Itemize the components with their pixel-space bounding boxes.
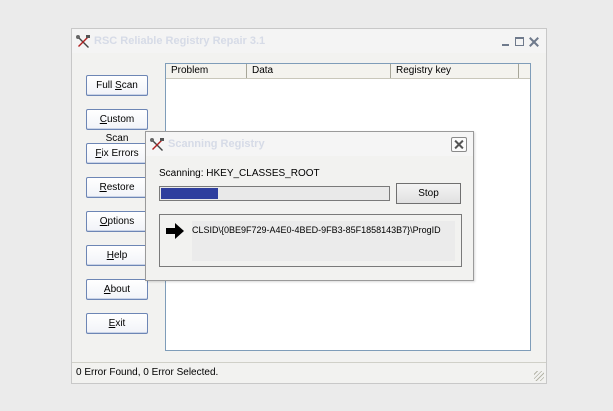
dialog-title: Scanning Registry xyxy=(168,138,265,150)
current-key-panel: CLSID\{0BE9F729-A4E0-4BED-9FB3-85F185814… xyxy=(159,214,462,267)
exit-button[interactable]: Exit xyxy=(86,313,148,334)
button-label: bout xyxy=(110,284,131,295)
list-header: Problem Data Registry key xyxy=(166,64,530,79)
title-bar[interactable]: RSC Reliable Registry Repair 3.1 xyxy=(72,29,546,53)
column-header-data[interactable]: Data xyxy=(247,64,391,78)
options-button[interactable]: Options xyxy=(86,211,148,232)
button-accel: O xyxy=(99,216,108,227)
fix-errors-button[interactable]: Fix Errors xyxy=(86,143,148,164)
button-label: estore xyxy=(106,182,135,193)
button-accel: H xyxy=(106,250,114,261)
progress-fill xyxy=(161,188,219,199)
dialog-title-bar[interactable]: Scanning Registry xyxy=(146,132,473,156)
custom-scan-button[interactable]: Custom Scan xyxy=(86,109,148,144)
tools-icon xyxy=(76,35,90,48)
help-button[interactable]: Help xyxy=(86,245,148,266)
column-header-problem[interactable]: Problem xyxy=(166,64,247,78)
button-accel: R xyxy=(99,182,107,193)
full-scan-button[interactable]: Full Scan xyxy=(86,75,148,96)
current-key-text: CLSID\{0BE9F729-A4E0-4BED-9FB3-85F185814… xyxy=(192,225,441,235)
minimize-button[interactable] xyxy=(500,36,512,48)
close-button[interactable] xyxy=(528,36,540,48)
button-label: ix Errors xyxy=(101,148,139,159)
resize-grip[interactable] xyxy=(534,371,544,381)
button-label: ustom Scan xyxy=(105,114,135,144)
right-arrow-icon xyxy=(166,223,184,239)
status-text: 0 Error Found, 0 Error Selected. xyxy=(76,367,219,378)
scanning-dialog: Scanning Registry Scanning: HKEY_CLASSES… xyxy=(145,131,474,281)
stop-button[interactable]: Stop xyxy=(396,183,461,204)
restore-button[interactable]: Restore xyxy=(86,177,148,198)
status-bar: 0 Error Found, 0 Error Selected. xyxy=(72,362,546,383)
scan-progress-bar xyxy=(159,186,390,201)
button-accel: A xyxy=(103,284,111,295)
button-label: can xyxy=(121,80,138,91)
button-label: Full xyxy=(96,80,116,91)
button-label: xit xyxy=(115,318,126,329)
button-accel: C xyxy=(99,114,107,125)
scan-status-label: Scanning: HKEY_CLASSES_ROOT xyxy=(159,168,320,179)
window-title: RSC Reliable Registry Repair 3.1 xyxy=(94,35,266,47)
dialog-close-button[interactable] xyxy=(451,137,467,152)
about-button[interactable]: About xyxy=(86,279,148,300)
button-label: ptions xyxy=(107,216,135,227)
tools-icon xyxy=(150,138,164,151)
button-label: elp xyxy=(113,250,128,261)
maximize-button[interactable] xyxy=(514,36,526,48)
column-header-registry-key[interactable]: Registry key xyxy=(391,64,519,78)
button-accel: S xyxy=(115,80,122,91)
